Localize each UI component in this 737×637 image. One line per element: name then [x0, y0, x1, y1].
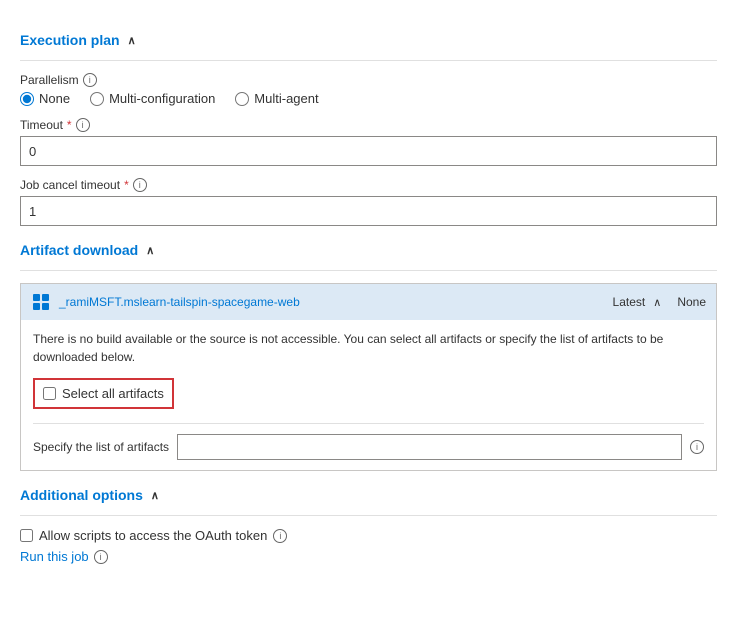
execution-plan-divider: [20, 60, 717, 61]
parallelism-multiagent-label: Multi-agent: [254, 91, 318, 106]
job-cancel-timeout-label: Job cancel timeout * i: [20, 178, 717, 192]
run-job-row: Run this job i: [20, 549, 717, 564]
parallelism-label: Parallelism i: [20, 73, 717, 87]
additional-options-section: Additional options ∧ Allow scripts to ac…: [20, 487, 717, 564]
artifact-link[interactable]: _ramiMSFT.mslearn-tailspin-spacegame-web: [59, 295, 597, 309]
run-job-info-icon[interactable]: i: [94, 550, 108, 564]
artifact-build-icon: [31, 292, 51, 312]
job-cancel-timeout-input[interactable]: [20, 196, 717, 226]
artifact-body: There is no build available or the sourc…: [21, 320, 716, 470]
artifact-download-chevron-icon: ∧: [146, 244, 154, 257]
timeout-input[interactable]: [20, 136, 717, 166]
additional-options-divider: [20, 515, 717, 516]
timeout-required-star: *: [67, 118, 72, 132]
specify-artifacts-input[interactable]: [177, 434, 682, 460]
artifact-download-title: Artifact download: [20, 242, 138, 258]
artifact-download-header: Artifact download ∧: [20, 242, 717, 258]
timeout-info-icon[interactable]: i: [76, 118, 90, 132]
job-cancel-required-star: *: [124, 178, 129, 192]
timeout-label: Timeout * i: [20, 118, 717, 132]
artifact-message: There is no build available or the sourc…: [33, 330, 704, 366]
allow-scripts-label: Allow scripts to access the OAuth token: [39, 528, 267, 543]
parallelism-info-icon[interactable]: i: [83, 73, 97, 87]
allow-scripts-row[interactable]: Allow scripts to access the OAuth token …: [20, 528, 717, 543]
execution-plan-section: Execution plan ∧ Parallelism i None Mult…: [20, 32, 717, 226]
timeout-field: Timeout * i: [20, 118, 717, 166]
select-all-checkbox[interactable]: [43, 387, 56, 400]
artifact-version-chevron-icon: ∧: [653, 296, 661, 309]
artifact-box: _ramiMSFT.mslearn-tailspin-spacegame-web…: [20, 283, 717, 471]
parallelism-multiconfig-option[interactable]: Multi-configuration: [90, 91, 215, 106]
job-cancel-info-icon[interactable]: i: [133, 178, 147, 192]
parallelism-multiagent-radio[interactable]: [235, 92, 249, 106]
additional-options-title: Additional options: [20, 487, 143, 503]
allow-scripts-info-icon[interactable]: i: [273, 529, 287, 543]
additional-options-chevron-icon: ∧: [151, 489, 159, 502]
execution-plan-header: Execution plan ∧: [20, 32, 717, 48]
parallelism-multiconfig-label: Multi-configuration: [109, 91, 215, 106]
allow-scripts-checkbox[interactable]: [20, 529, 33, 542]
artifact-download-divider: [20, 270, 717, 271]
specify-info-icon[interactable]: i: [690, 440, 704, 454]
parallelism-none-option[interactable]: None: [20, 91, 70, 106]
artifact-download-section: Artifact download ∧ _ramiMSFT.mslearn-ta…: [20, 242, 717, 471]
execution-plan-chevron-icon: ∧: [128, 34, 136, 47]
artifact-none-label: None: [677, 295, 706, 309]
select-all-label: Select all artifacts: [62, 386, 164, 401]
parallelism-field: Parallelism i None Multi-configuration M…: [20, 73, 717, 106]
run-job-label: Run this job: [20, 549, 89, 564]
parallelism-none-radio[interactable]: [20, 92, 34, 106]
artifact-version: Latest: [613, 295, 646, 309]
additional-options-header: Additional options ∧: [20, 487, 717, 503]
execution-plan-title: Execution plan: [20, 32, 120, 48]
specify-label: Specify the list of artifacts: [33, 440, 169, 454]
parallelism-multiagent-option[interactable]: Multi-agent: [235, 91, 318, 106]
select-all-artifacts-row[interactable]: Select all artifacts: [33, 378, 174, 409]
artifact-header-row: _ramiMSFT.mslearn-tailspin-spacegame-web…: [21, 284, 716, 320]
job-cancel-timeout-field: Job cancel timeout * i: [20, 178, 717, 226]
parallelism-none-label: None: [39, 91, 70, 106]
specify-artifacts-row: Specify the list of artifacts i: [33, 423, 704, 460]
parallelism-multiconfig-radio[interactable]: [90, 92, 104, 106]
parallelism-options: None Multi-configuration Multi-agent: [20, 91, 717, 106]
